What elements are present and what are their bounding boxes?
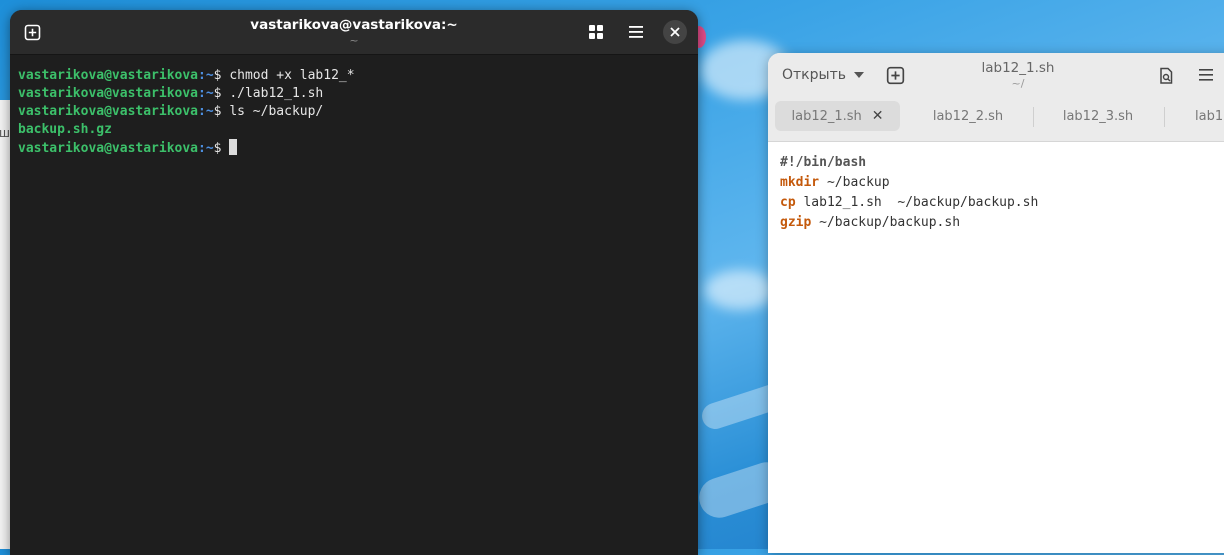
editor-title: lab12_1.sh bbox=[981, 60, 1055, 76]
tab-label: lab12_2.sh bbox=[932, 108, 1004, 124]
editor-subtitle: ~/ bbox=[1011, 77, 1025, 90]
editor-header[interactable]: Открыть lab12_1.sh ~/ lab12_1.sh ✕ lab12… bbox=[768, 53, 1224, 142]
command-text: ls ~/backup/ bbox=[229, 104, 324, 119]
tab-label: lab12_1.sh bbox=[791, 108, 862, 124]
document-search-icon bbox=[1160, 67, 1173, 84]
prompt-user: vastarikova@vastarikova bbox=[18, 141, 199, 156]
prompt-user: vastarikova@vastarikova bbox=[18, 104, 199, 119]
terminal-window[interactable]: vastarikova@vastarikova:~ ~ vastarikova@… bbox=[10, 10, 698, 555]
command-output: backup.sh.gz bbox=[18, 122, 112, 137]
grid-icon bbox=[589, 25, 603, 39]
prompt-path: :~ bbox=[198, 86, 214, 101]
code-area[interactable]: #!/bin/bash mkdir ~/backup cp lab12_1.sh ~… bbox=[780, 153, 1038, 233]
editor-menu-button[interactable] bbox=[1198, 67, 1214, 86]
tab-lab12-4[interactable]: lab12 bbox=[1168, 101, 1224, 131]
prompt-user: vastarikova@vastarikova bbox=[18, 86, 199, 101]
terminal-close-button[interactable] bbox=[663, 20, 687, 44]
prompt-user: vastarikova@vastarikova bbox=[18, 68, 199, 83]
prompt-symbol: $ bbox=[213, 141, 230, 156]
tab-label: lab12 bbox=[1195, 108, 1224, 124]
text-cursor bbox=[229, 139, 238, 155]
open-button-label: Открыть bbox=[782, 67, 846, 83]
prompt-symbol: $ bbox=[213, 86, 230, 101]
prompt-symbol: $ bbox=[213, 104, 230, 119]
code-line: gzip ~/backup/backup.sh bbox=[780, 213, 1038, 233]
terminal-line: vastarikova@vastarikova:~$ ls ~/backup/ bbox=[18, 103, 690, 121]
new-document-icon bbox=[886, 66, 905, 85]
terminal-line: vastarikova@vastarikova:~$ bbox=[18, 139, 690, 158]
tab-label: lab12_3.sh bbox=[1062, 108, 1134, 124]
wallpaper-cloud bbox=[705, 270, 775, 310]
prompt-symbol: $ bbox=[213, 68, 230, 83]
close-icon[interactable]: ✕ bbox=[872, 108, 884, 124]
document-search-button[interactable] bbox=[1158, 67, 1175, 89]
prompt-path: :~ bbox=[198, 104, 214, 119]
editor-new-tab-button[interactable] bbox=[886, 66, 905, 89]
tab-separator bbox=[1164, 107, 1165, 127]
chevron-down-icon bbox=[853, 72, 864, 78]
terminal-menu-button[interactable] bbox=[624, 20, 648, 44]
tab-overview-button[interactable] bbox=[584, 20, 608, 44]
command-text: chmod +x lab12_* bbox=[229, 68, 355, 83]
hamburger-icon bbox=[629, 26, 643, 38]
prompt-path: :~ bbox=[198, 68, 214, 83]
tab-lab12-2[interactable]: lab12_2.sh bbox=[906, 101, 1030, 131]
code-text: ~/backup bbox=[819, 175, 890, 190]
close-icon bbox=[670, 27, 680, 37]
terminal-line: vastarikova@vastarikova:~$ ./lab12_1.sh bbox=[18, 85, 690, 103]
background-window-text: ш bbox=[0, 126, 10, 140]
shebang-text: #!/bin/bash bbox=[780, 155, 867, 170]
code-line: mkdir ~/backup bbox=[780, 173, 1038, 193]
keyword: gzip bbox=[780, 215, 812, 230]
keyword: cp bbox=[780, 195, 796, 210]
code-line: #!/bin/bash bbox=[780, 153, 1038, 173]
tab-lab12-1[interactable]: lab12_1.sh ✕ bbox=[775, 101, 900, 131]
terminal-header[interactable]: vastarikova@vastarikova:~ ~ bbox=[10, 10, 698, 55]
terminal-output[interactable]: vastarikova@vastarikova:~$ chmod +x lab1… bbox=[10, 55, 698, 170]
code-line: cp lab12_1.sh ~/backup/backup.sh bbox=[780, 193, 1038, 213]
hamburger-icon bbox=[1199, 69, 1213, 81]
keyword: mkdir bbox=[780, 175, 820, 190]
editor-tab-bar: lab12_1.sh ✕ lab12_2.sh lab12_3.sh lab12 bbox=[768, 99, 1224, 133]
tab-lab12-3[interactable]: lab12_3.sh bbox=[1036, 101, 1160, 131]
terminal-line: vastarikova@vastarikova:~$ chmod +x lab1… bbox=[18, 67, 690, 85]
code-text: lab12_1.sh ~/backup/backup.sh bbox=[795, 195, 1039, 210]
text-editor-window[interactable]: Открыть lab12_1.sh ~/ lab12_1.sh ✕ lab12… bbox=[768, 53, 1224, 553]
open-button[interactable]: Открыть bbox=[782, 67, 864, 83]
command-text: ./lab12_1.sh bbox=[229, 86, 324, 101]
tab-separator bbox=[1033, 107, 1034, 127]
prompt-path: :~ bbox=[198, 141, 214, 156]
code-text: ~/backup/backup.sh bbox=[811, 215, 961, 230]
